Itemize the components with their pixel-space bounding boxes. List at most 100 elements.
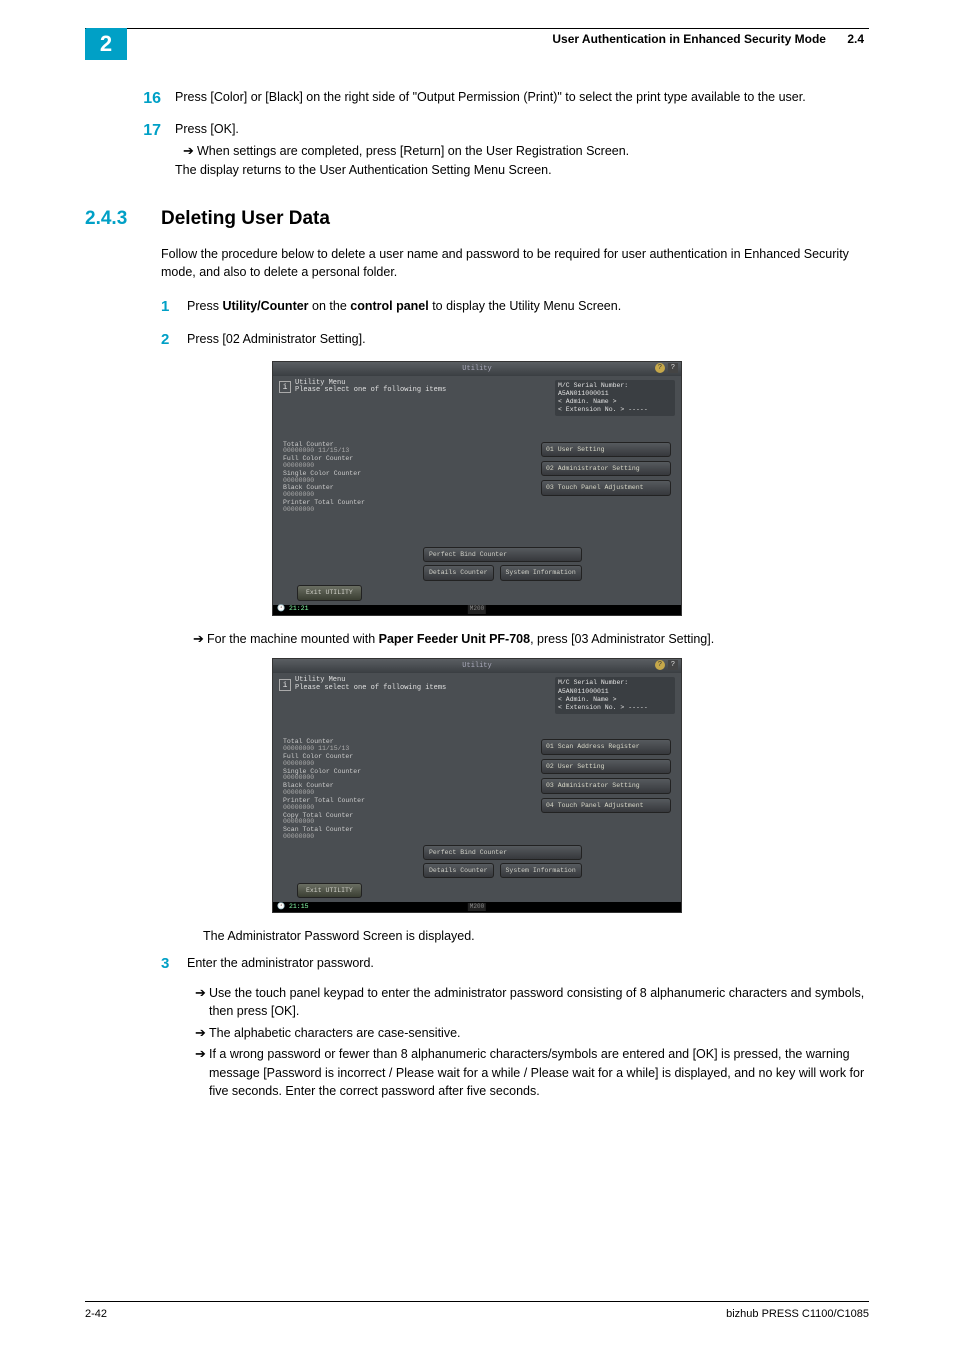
chapter-tab: 2 xyxy=(85,28,127,60)
menu-button-user-setting[interactable]: 02 User Setting xyxy=(541,759,671,774)
procedure-step-2: 2 Press [02 Administrator Setting]. xyxy=(161,328,869,351)
screenshot-footer: 🕐 21:15 M200 xyxy=(273,902,681,912)
menu-subtitle: Please select one of following items xyxy=(295,387,446,395)
procedure-step-1: 1 Press Utility/Counter on the control p… xyxy=(161,295,869,318)
section-intro: Follow the procedure below to delete a u… xyxy=(161,245,869,281)
arrow-icon: ➔ xyxy=(187,1024,209,1043)
system-info-button[interactable]: System Information xyxy=(500,863,582,878)
menu-button-admin-setting[interactable]: 02 Administrator Setting xyxy=(541,461,671,476)
counter-value: 00000000 11/15/13 xyxy=(283,448,413,455)
bold-text: Utility/Counter xyxy=(222,299,308,313)
text-fragment: Press xyxy=(187,299,222,313)
menu-subtitle: Please select one of following items xyxy=(295,685,446,693)
menu-button-user-setting[interactable]: 01 User Setting xyxy=(541,442,671,457)
system-info-button[interactable]: System Information xyxy=(500,565,582,580)
perfect-bind-button[interactable]: Perfect Bind Counter xyxy=(423,845,582,860)
screenshot-footer: 🕐 21:21 M200 xyxy=(273,605,681,615)
admin-name: < Admin. Name > xyxy=(558,696,672,704)
screenshot-title: Utility xyxy=(462,364,491,374)
step-text: Press Utility/Counter on the control pan… xyxy=(187,295,869,318)
close-icon[interactable]: ? xyxy=(668,660,678,670)
serial-number: M/C Serial Number: A5AN011000011 xyxy=(558,382,672,398)
counter-value: 00000000 xyxy=(283,507,413,514)
menu-header: i Utility Menu Please select one of foll… xyxy=(279,380,446,395)
step-number: 1 xyxy=(161,295,187,318)
close-icon[interactable]: ? xyxy=(668,363,678,373)
bold-text: control panel xyxy=(350,299,428,313)
counter-value: 00000000 xyxy=(283,805,413,812)
text-fragment: on the xyxy=(309,299,351,313)
step-number: 3 xyxy=(161,952,187,975)
utility-menu-screenshot-1: Utility ? ? i Utility Menu Please select… xyxy=(272,361,682,616)
serial-number: M/C Serial Number: A5AN011000011 xyxy=(558,679,672,695)
help-icon[interactable]: ? xyxy=(655,363,665,373)
step-subtext: When settings are completed, press [Retu… xyxy=(197,142,869,161)
exit-button[interactable]: Exit UTILITY xyxy=(297,883,362,898)
menu-button-admin-setting[interactable]: 03 Administrator Setting xyxy=(541,778,671,793)
step-text: Enter the administrator password. xyxy=(187,952,869,975)
bottom-buttons: Perfect Bind Counter Details Counter Sys… xyxy=(423,845,582,879)
step-number: 17 xyxy=(85,118,175,179)
text-fragment: , press [03 Administrator Setting]. xyxy=(530,632,714,646)
step-number: 2 xyxy=(161,328,187,351)
serial-info: M/C Serial Number: A5AN011000011 < Admin… xyxy=(555,677,675,714)
counter-value: 00000000 xyxy=(283,834,413,841)
admin-pw-displayed: The Administrator Password Screen is dis… xyxy=(203,927,869,945)
section-title: Deleting User Data xyxy=(161,205,330,233)
step-subtext: The display returns to the User Authenti… xyxy=(175,161,869,179)
procedure-step-3: 3 Enter the administrator password. xyxy=(161,952,869,975)
bottom-buttons: Perfect Bind Counter Details Counter Sys… xyxy=(423,547,582,581)
counter-value: 00000000 11/15/13 xyxy=(283,746,413,753)
screenshot-title: Utility xyxy=(462,661,491,671)
serial-info: M/C Serial Number: A5AN011000011 < Admin… xyxy=(555,380,675,417)
info-icon: i xyxy=(279,679,291,691)
clock-icon: 🕐 21:21 xyxy=(277,604,309,613)
pf708-note: ➔ For the machine mounted with Paper Fee… xyxy=(185,630,869,649)
utility-menu-screenshot-2: Utility ? ? i Utility Menu Please select… xyxy=(272,658,682,913)
memory-indicator: M200 xyxy=(468,903,486,912)
step-subtext: Use the touch panel keypad to enter the … xyxy=(209,984,869,1020)
extension-no: < Extension No. > ----- xyxy=(558,704,672,712)
arrow-icon: ➔ xyxy=(175,142,197,161)
details-counter-button[interactable]: Details Counter xyxy=(423,863,494,878)
text-fragment: For the machine mounted with xyxy=(207,632,379,646)
time-value: 21:21 xyxy=(289,605,309,612)
step-subtext: If a wrong password or fewer than 8 alph… xyxy=(209,1045,869,1099)
counter-value: 00000000 xyxy=(283,492,413,499)
clock-icon: 🕐 21:15 xyxy=(277,902,309,911)
page-number: 2-42 xyxy=(85,1308,107,1320)
perfect-bind-button[interactable]: Perfect Bind Counter xyxy=(423,547,582,562)
footer-rule xyxy=(85,1301,869,1302)
text-fragment: to display the Utility Menu Screen. xyxy=(429,299,621,313)
counter-value: 00000000 xyxy=(283,478,413,485)
product-name: bizhub PRESS C1100/C1085 xyxy=(726,1308,869,1320)
menu-buttons: 01 User Setting 02 Administrator Setting… xyxy=(541,442,671,500)
header-section-ref: 2.4 xyxy=(847,32,864,46)
section-number: 2.4.3 xyxy=(85,205,161,233)
menu-button-scan-address[interactable]: 01 Scan Address Register xyxy=(541,739,671,754)
details-counter-button[interactable]: Details Counter xyxy=(423,565,494,580)
counter-list: Total Counter 00000000 11/15/13 Full Col… xyxy=(283,442,413,515)
menu-button-touch-panel[interactable]: 04 Touch Panel Adjustment xyxy=(541,798,671,813)
step-3-subs: ➔ Use the touch panel keypad to enter th… xyxy=(187,984,869,1099)
menu-header: i Utility Menu Please select one of foll… xyxy=(279,677,446,692)
counter-value: 00000000 xyxy=(283,790,413,797)
bold-text: Paper Feeder Unit PF-708 xyxy=(379,632,530,646)
exit-button[interactable]: Exit UTILITY xyxy=(297,585,362,600)
counter-list: Total Counter 00000000 11/15/13 Full Col… xyxy=(283,739,413,841)
menu-buttons: 01 Scan Address Register 02 User Setting… xyxy=(541,739,671,817)
extension-no: < Extension No. > ----- xyxy=(558,406,672,414)
step-16: 16 Press [Color] or [Black] on the right… xyxy=(85,86,869,110)
arrow-icon: ➔ xyxy=(187,984,209,1020)
memory-indicator: M200 xyxy=(468,605,486,614)
step-subtext: The alphabetic characters are case-sensi… xyxy=(209,1024,869,1043)
section-heading: 2.4.3 Deleting User Data xyxy=(85,205,869,233)
header-rule xyxy=(85,28,869,29)
menu-button-touch-panel[interactable]: 03 Touch Panel Adjustment xyxy=(541,480,671,495)
admin-name: < Admin. Name > xyxy=(558,398,672,406)
step-text: Press [Color] or [Black] on the right si… xyxy=(175,86,869,110)
info-icon: i xyxy=(279,381,291,393)
step-text: Press [02 Administrator Setting]. xyxy=(187,328,869,351)
arrow-icon: ➔ xyxy=(187,1045,209,1099)
counter-value: 00000000 xyxy=(283,819,413,826)
